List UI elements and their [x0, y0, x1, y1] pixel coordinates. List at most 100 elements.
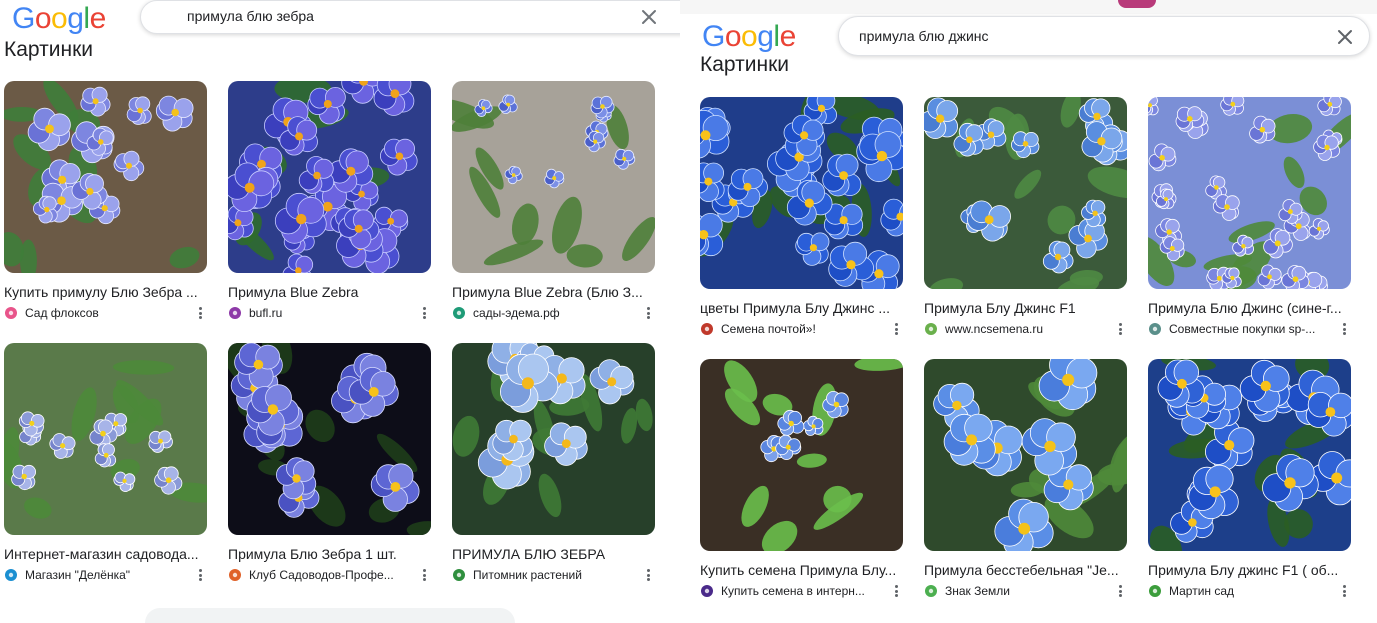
image-result[interactable]: Примула бесстебельная "Je... Знак Земли — [924, 359, 1127, 600]
circle-favicon — [924, 322, 945, 336]
result-thumbnail[interactable] — [452, 81, 655, 273]
more-options-icon[interactable] — [1119, 585, 1123, 597]
result-thumbnail[interactable] — [1148, 359, 1351, 551]
result-thumbnail[interactable] — [4, 81, 207, 273]
source-name: Знак Земли — [945, 584, 1011, 598]
image-result[interactable]: Купить примулу Блю Зебра ... Сад флоксов — [4, 81, 207, 322]
result-title[interactable]: Примула Блю Зебра 1 шт. — [228, 545, 428, 563]
search-input[interactable]: примула блю зебра — [187, 8, 314, 24]
more-options-icon[interactable] — [647, 569, 651, 581]
flower-favicon — [4, 306, 25, 320]
result-title[interactable]: ПРИМУЛА БЛЮ ЗЕБРА — [452, 545, 652, 563]
result-thumbnail[interactable] — [4, 343, 207, 535]
more-options-icon[interactable] — [1343, 585, 1347, 597]
t-favicon — [700, 584, 721, 598]
image-result[interactable]: Примула Блю Джинс (сине-г... Совместные п… — [1148, 97, 1351, 338]
more-options-icon[interactable] — [1119, 323, 1123, 335]
clear-search-icon[interactable] — [639, 7, 659, 27]
result-title[interactable]: Купить примулу Блю Зебра ... — [4, 283, 204, 301]
logo-letter: G — [12, 2, 35, 35]
more-options-icon[interactable] — [895, 585, 899, 597]
result-thumbnail[interactable] — [700, 97, 903, 289]
leaf2-favicon — [924, 584, 945, 598]
image-result[interactable]: Примула Блу Джинс F1 www.ncsemena.ru — [924, 97, 1127, 338]
image-result[interactable]: ПРИМУЛА БЛЮ ЗЕБРА Питомник растений — [452, 343, 655, 584]
result-title[interactable]: цветы Примула Блу Джинс ... — [700, 299, 900, 317]
logo-letter: e — [779, 20, 797, 53]
logo-letter: o — [724, 20, 742, 53]
more-options-icon[interactable] — [647, 307, 651, 319]
result-thumbnail[interactable] — [1148, 97, 1351, 289]
image-result[interactable]: Примула Блю Зебра 1 шт. Клуб Садоводов-Пр… — [228, 343, 431, 584]
source-name: Купить семена в интерн... — [721, 584, 865, 598]
result-title[interactable]: Примула Блу Джинс F1 — [924, 299, 1124, 317]
tree-favicon — [452, 306, 473, 320]
tree2-favicon — [1148, 584, 1169, 598]
source-name: bufl.ru — [249, 306, 283, 320]
section-title: Картинки — [700, 53, 789, 76]
result-source[interactable]: Магазин "Делёнка" — [4, 566, 207, 584]
result-title[interactable]: Интернет-магазин садовода... — [4, 545, 204, 563]
result-source[interactable]: Мартин сад — [1148, 582, 1351, 600]
search-bar[interactable]: примула блю джинс — [838, 16, 1370, 56]
logo-letter: g — [757, 20, 774, 53]
result-thumbnail[interactable] — [452, 343, 655, 535]
result-thumbnail[interactable] — [924, 359, 1127, 551]
image-result[interactable]: Интернет-магазин садовода... Магазин "Дел… — [4, 343, 207, 584]
source-name: Мартин сад — [1169, 584, 1235, 598]
logo-letter: g — [67, 2, 84, 35]
logo-letter: G — [702, 20, 725, 53]
result-thumbnail[interactable] — [228, 81, 431, 273]
result-title[interactable]: Примула Blue Zebra — [228, 283, 428, 301]
result-source[interactable]: Клуб Садоводов-Профе... — [228, 566, 431, 584]
search-input[interactable]: примула блю джинс — [859, 28, 989, 44]
google-logo[interactable]: Google — [12, 4, 106, 34]
leaf-favicon — [4, 568, 25, 582]
image-result[interactable]: Примула Blue Zebra (Блю З... сады-эдема.р… — [452, 81, 655, 322]
more-options-icon[interactable] — [423, 307, 427, 319]
source-name: Сад флоксов — [25, 306, 99, 320]
more-options-icon[interactable] — [199, 569, 203, 581]
flame-favicon — [228, 306, 249, 320]
result-thumbnail[interactable] — [700, 359, 903, 551]
result-source[interactable]: www.ncsemena.ru — [924, 320, 1127, 338]
more-options-icon[interactable] — [1343, 323, 1347, 335]
result-thumbnail[interactable] — [924, 97, 1127, 289]
more-options-icon[interactable] — [199, 307, 203, 319]
result-source[interactable]: bufl.ru — [228, 304, 431, 322]
result-title[interactable]: Купить семена Примула Блу... — [700, 561, 900, 579]
logo-letter: e — [89, 2, 107, 35]
result-source[interactable]: Совместные покупки sp-... — [1148, 320, 1351, 338]
result-source[interactable]: Сад флоксов — [4, 304, 207, 322]
more-options-icon[interactable] — [895, 323, 899, 335]
result-title[interactable]: Примула Блю Джинс (сине-г... — [1148, 299, 1348, 317]
result-title[interactable]: Примула Блу джинс F1 ( об... — [1148, 561, 1348, 579]
result-source[interactable]: Семена почтой»! — [700, 320, 903, 338]
result-source[interactable]: Купить семена в интерн... — [700, 582, 903, 600]
google-logo[interactable]: Google — [702, 22, 796, 52]
result-thumbnail[interactable] — [228, 343, 431, 535]
search-bar[interactable]: примула блю зебра — [140, 0, 690, 34]
seed-favicon — [700, 322, 721, 336]
image-result[interactable]: цветы Примула Блу Джинс ... Семена почтой… — [700, 97, 903, 338]
result-title[interactable]: Примула Blue Zebra (Блю З... — [452, 283, 652, 301]
more-results-button[interactable] — [145, 608, 515, 623]
avatar[interactable] — [1118, 0, 1156, 8]
top-strip — [680, 0, 1377, 14]
image-result[interactable]: Купить семена Примула Блу... Купить семен… — [700, 359, 903, 600]
result-source[interactable]: Питомник растений — [452, 566, 655, 584]
source-name: Совместные покупки sp-... — [1169, 322, 1316, 336]
image-result[interactable]: Примула Blue Zebra bufl.ru — [228, 81, 431, 322]
section-title: Картинки — [4, 38, 93, 61]
source-name: Магазин "Делёнка" — [25, 568, 131, 582]
more-options-icon[interactable] — [423, 569, 427, 581]
result-title[interactable]: Примула бесстебельная "Je... — [924, 561, 1124, 579]
logo-letter: o — [51, 2, 68, 35]
result-source[interactable]: Знак Земли — [924, 582, 1127, 600]
left-results-panel: Google примула блю зебра Картинки Купить… — [0, 0, 690, 623]
source-name: Семена почтой»! — [721, 322, 816, 336]
image-result[interactable]: Примула Блу джинс F1 ( об... Мартин сад — [1148, 359, 1351, 600]
right-results-panel: Google примула блю джинс Картинки цветы … — [680, 0, 1377, 623]
result-source[interactable]: сады-эдема.рф — [452, 304, 655, 322]
clear-search-icon[interactable] — [1335, 27, 1355, 47]
